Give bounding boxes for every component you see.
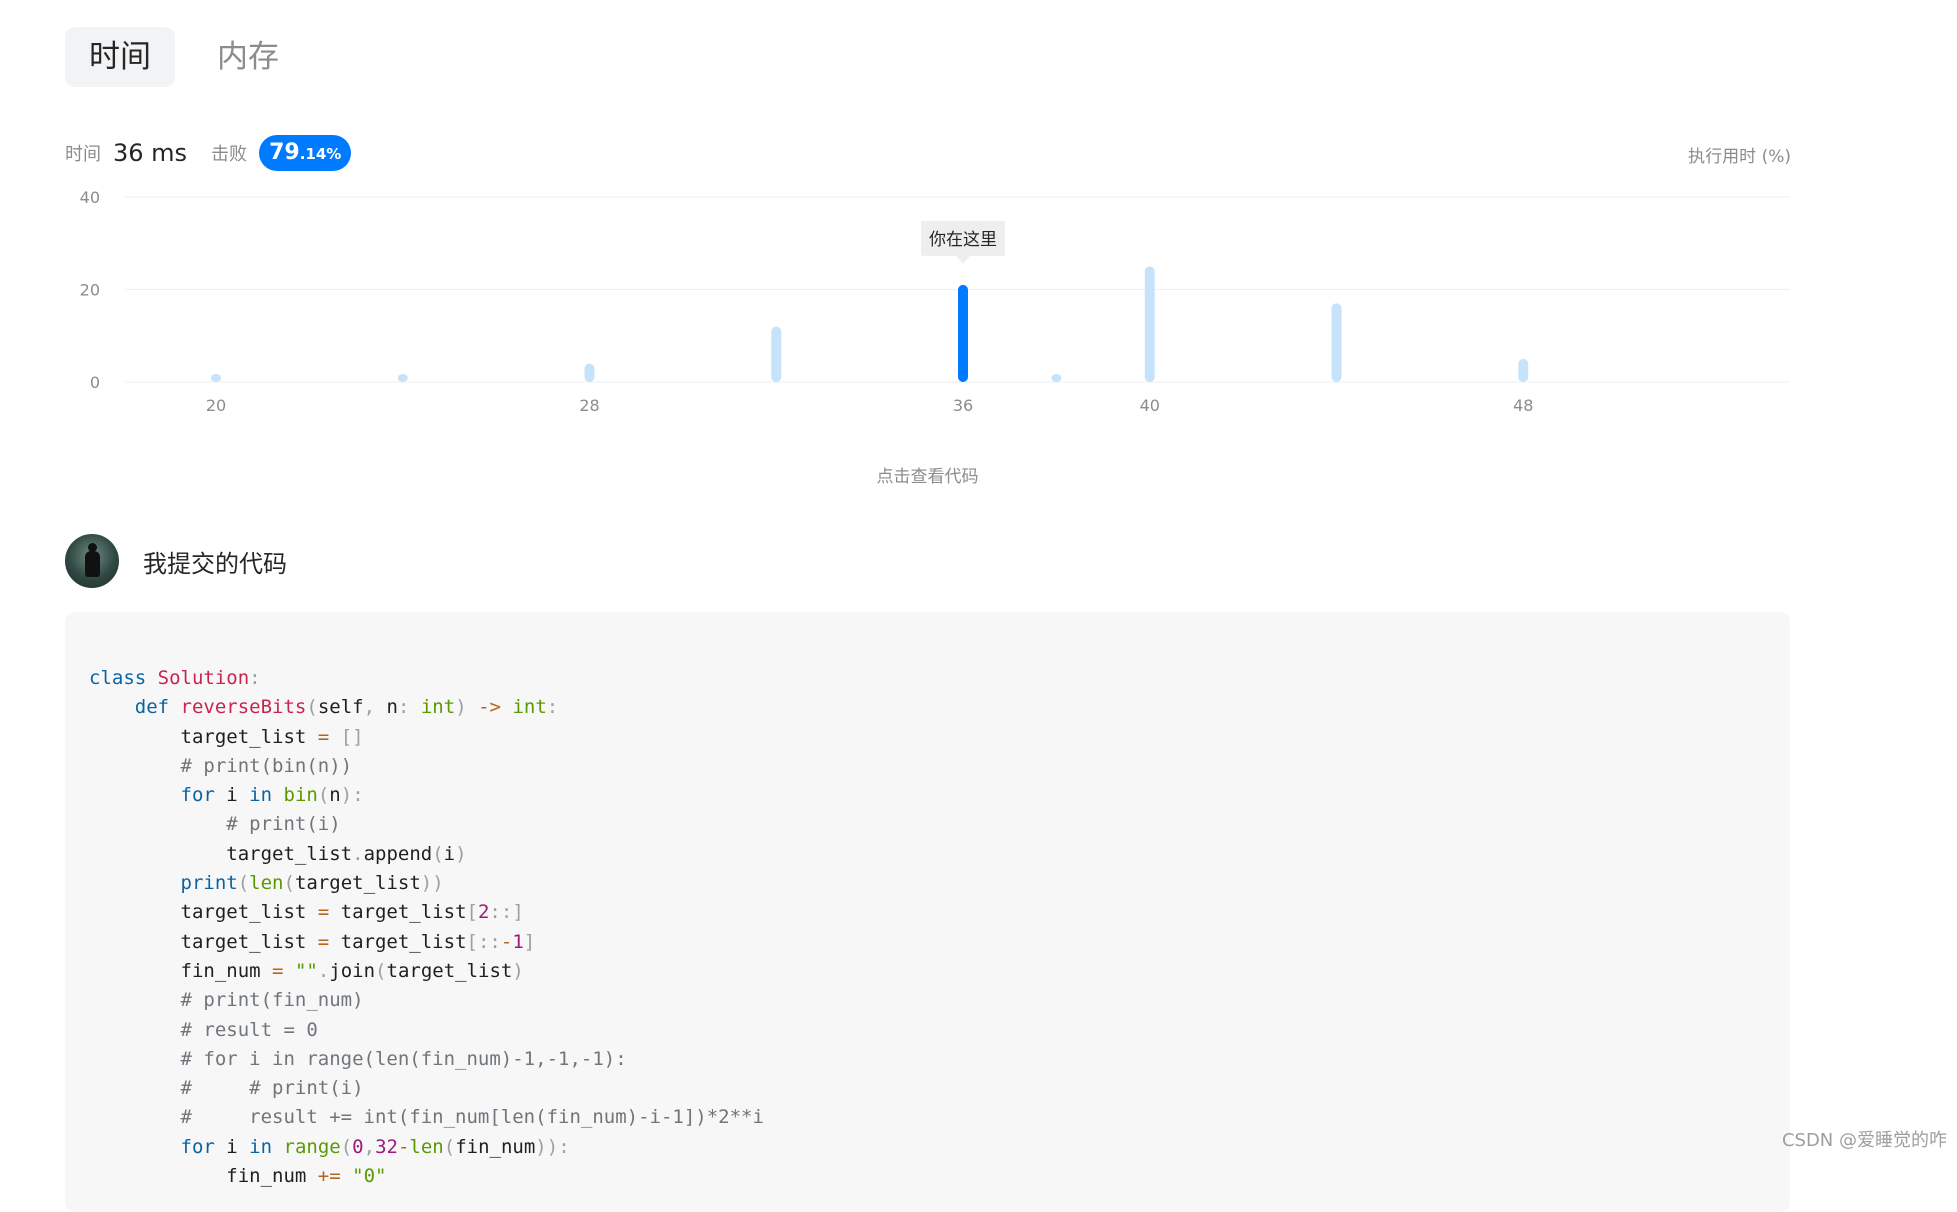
code-line: # print(bin(n)) (180, 754, 353, 777)
code-line: class Solution: (89, 667, 261, 689)
bar (1144, 266, 1155, 382)
beat-percent-badge: 79.14% (259, 135, 352, 171)
code-line: def reverseBits(self, n: int) -> int: (134, 696, 559, 719)
code-content: class Solution: def reverseBits(self, n:… (89, 664, 764, 1191)
bar-highlight (958, 284, 968, 382)
bar (1051, 374, 1062, 382)
time-label: 时间 (65, 144, 101, 165)
beat-percent-main: 79 (269, 140, 300, 165)
code-line: target_list = target_list[::-1] (89, 930, 536, 953)
code-line: # result = 0 (180, 1018, 318, 1041)
code-line: for i in bin(n): (180, 784, 364, 807)
beat-label: 击败 (211, 144, 248, 165)
bar (771, 326, 782, 382)
code-line: print(len(target_list)) (180, 872, 444, 895)
beat-percent-decimal: .14% (299, 145, 342, 163)
y-tick-label: 20 (80, 281, 100, 300)
y-tick-label: 0 (90, 373, 100, 392)
code-line: fin_num = "".join(target_list) (89, 959, 524, 982)
bar (1331, 303, 1342, 382)
bar (397, 374, 408, 382)
chart-legend: 执行用时 (%) (1688, 147, 1791, 167)
submission-title: 我提交的代码 (143, 549, 287, 578)
code-line: target_list = target_list[2::] (89, 901, 524, 924)
code-line: # print(i) (226, 813, 341, 836)
view-code-link[interactable]: 点击查看代码 (0, 462, 1855, 487)
x-tick-label: 28 (579, 396, 599, 415)
bar (584, 363, 595, 382)
x-tick-label: 20 (206, 396, 226, 415)
tooltip-text: 你在这里 (929, 230, 997, 250)
time-value: 36 ms (113, 139, 188, 167)
code-line: target_list = [] (89, 725, 364, 748)
code-line: fin_num += "0" (89, 1165, 387, 1188)
code-line: target_list.append(i) (89, 842, 467, 865)
tab-time[interactable]: 时间 (65, 27, 175, 87)
you-are-here-tooltip: 你在这里 (921, 220, 1005, 264)
watermark: CSDN @爱睡觉的咋 (1781, 1130, 1947, 1151)
x-tick-label: 40 (1140, 396, 1160, 415)
submission-header: 我提交的代码 (65, 534, 287, 588)
y-tick-label: 40 (80, 188, 100, 207)
x-tick-label: 48 (1513, 396, 1533, 415)
metric-tabs: 时间 内存 (65, 27, 303, 87)
code-line: for i in range(0,32-len(fin_num)): (180, 1135, 570, 1158)
bar (211, 374, 221, 382)
runtime-stats: 时间 36 ms 击败 79.14% (65, 133, 352, 173)
code-line: # result += int(fin_num[len(fin_num)-i-1… (180, 1106, 764, 1129)
avatar[interactable] (65, 534, 119, 588)
code-line: # for i in range(len(fin_num)-1,-1,-1): (180, 1047, 627, 1070)
x-tick-label: 36 (953, 396, 973, 415)
code-block: class Solution: def reverseBits(self, n:… (65, 612, 1790, 1212)
code-line: # # print(i) (180, 1077, 364, 1100)
bar (1518, 358, 1529, 382)
tab-memory[interactable]: 内存 (193, 27, 303, 87)
runtime-distribution-chart: 0 20 40 你在这里 20 28 36 40 48 (80, 188, 1790, 415)
code-line: # print(fin_num) (180, 989, 364, 1012)
